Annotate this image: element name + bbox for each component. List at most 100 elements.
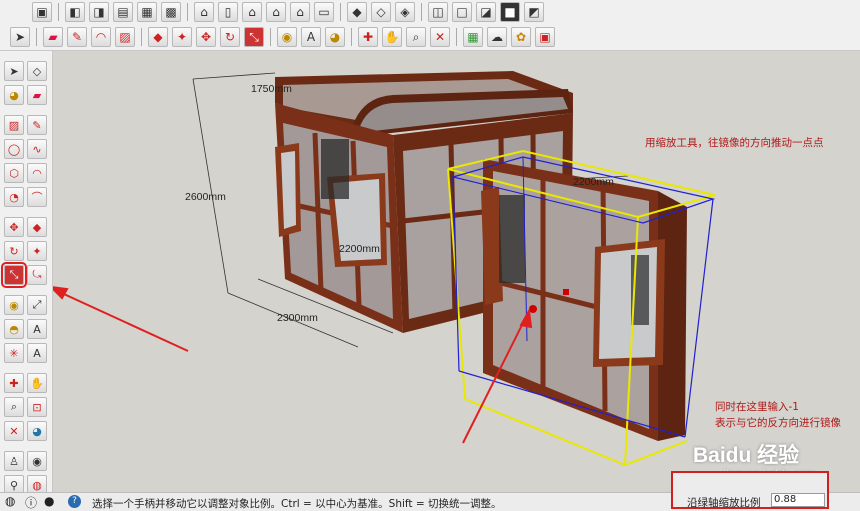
text-icon[interactable]: A xyxy=(27,319,47,339)
rectangle-icon[interactable]: ▨ xyxy=(4,115,24,135)
user-icon[interactable]: ● xyxy=(44,494,54,508)
component-icon[interactable]: ◧ xyxy=(65,2,85,22)
group-icon[interactable]: ◨ xyxy=(89,2,109,22)
position-camera-icon[interactable]: ♙ xyxy=(4,451,24,471)
pushpull-house-icon[interactable]: ⌂ xyxy=(266,2,286,22)
toolbar-separator xyxy=(58,3,59,21)
scale-icon[interactable]: ⤡ xyxy=(1,262,27,288)
rotate-icon[interactable]: ↻ xyxy=(4,241,24,261)
status-bar: ◍ ⓘ ● ? 选择一个手柄并移动它以调整对象比例。Ctrl = 以中心为基准。… xyxy=(0,471,860,511)
offset-icon[interactable]: ✥ xyxy=(196,27,216,47)
tape-icon[interactable]: ◉ xyxy=(277,27,297,47)
scale-center-handle[interactable] xyxy=(563,289,569,295)
vcb-input[interactable]: 0.88 xyxy=(771,493,825,507)
toolbar-separator xyxy=(187,3,188,21)
eraser-icon[interactable]: ▰ xyxy=(27,85,47,105)
tape-icon[interactable]: ◉ xyxy=(4,295,24,315)
vcb-label: 沿绿轴缩放比例 xyxy=(687,497,761,509)
zoom-extents-icon[interactable]: ✕ xyxy=(4,421,24,441)
zoom-window-icon[interactable]: ⊡ xyxy=(27,397,47,417)
zoom-extents-icon[interactable]: ✕ xyxy=(430,27,450,47)
vcb-panel: 沿绿轴缩放比例 0.88 xyxy=(671,471,829,509)
3d-text-icon[interactable]: A xyxy=(27,343,47,363)
xray-icon[interactable]: ◫ xyxy=(428,2,448,22)
iso-view-icon[interactable]: ◆ xyxy=(347,2,367,22)
scale-tip-annotation: 用缩放工具，往镜像的方向推动一点点 xyxy=(645,137,824,149)
pushpull-icon[interactable]: ◆ xyxy=(148,27,168,47)
zoom-icon[interactable]: ⌕ xyxy=(4,397,24,417)
toolbar-separator xyxy=(270,28,271,46)
arc3-icon[interactable]: ⌒ xyxy=(27,187,47,207)
zoom-icon[interactable]: ⌕ xyxy=(406,27,426,47)
pan-icon[interactable]: ✋ xyxy=(27,373,47,393)
house-outline-icon[interactable]: ⌂ xyxy=(290,2,310,22)
dim-inner: 2200mm xyxy=(339,243,380,255)
top-toolbar-row-1: ▣ ◧ ◨ ▤ ▦ ▩ ⌂ ▯ ⌂ ⌂ ⌂ ▭ ◆ ◇ ◈ ◫ □ ◪ ■ ◩ xyxy=(0,0,860,25)
pencil-icon[interactable]: ✎ xyxy=(27,115,47,135)
geo-location-icon[interactable]: ◍ xyxy=(5,494,15,508)
house-view-icon[interactable]: ⌂ xyxy=(194,2,214,22)
followme-icon[interactable]: ✦ xyxy=(172,27,192,47)
top-view-icon[interactable]: ◇ xyxy=(371,2,391,22)
help-icon[interactable]: ? xyxy=(68,495,81,508)
scale-icon[interactable]: ⤡ xyxy=(244,27,264,47)
model-icon[interactable]: ▣ xyxy=(535,27,555,47)
door-icon[interactable]: ▯ xyxy=(218,2,238,22)
toolbar-separator xyxy=(456,28,457,46)
dim-top: 1750mm xyxy=(251,83,292,95)
offset-icon[interactable]: ⤿ xyxy=(27,265,47,285)
map-icon[interactable]: ▦ xyxy=(463,27,483,47)
select-icon[interactable]: ➤ xyxy=(10,27,30,47)
toolbar-separator xyxy=(36,28,37,46)
eraser-icon[interactable]: ▰ xyxy=(43,27,63,47)
dimension-icon[interactable]: ⤢ xyxy=(27,295,47,315)
vcb-tip-line-1: 同时在这里输入-1 xyxy=(715,401,799,413)
orbit-icon[interactable]: ✚ xyxy=(4,373,24,393)
status-hint: 选择一个手柄并移动它以调整对象比例。Ctrl = 以中心为基准。Shift = … xyxy=(92,498,502,510)
wireframe-icon[interactable]: □ xyxy=(452,2,472,22)
arc-icon[interactable]: ◠ xyxy=(91,27,111,47)
axes-icon[interactable]: ✳ xyxy=(4,343,24,363)
select-icon[interactable]: ➤ xyxy=(4,61,24,81)
model-viewport[interactable]: 1750mm 2600mm 2300mm 2200mm 2200mm 用缩放工具… xyxy=(53,51,860,492)
pan-icon[interactable]: ✋ xyxy=(382,27,402,47)
box-icon[interactable]: ▭ xyxy=(314,2,334,22)
section-icon[interactable]: ▣ xyxy=(32,2,52,22)
credits-icon[interactable]: ⓘ xyxy=(25,494,37,511)
freehand-icon[interactable]: ∿ xyxy=(27,139,47,159)
rotate-icon[interactable]: ↻ xyxy=(220,27,240,47)
pie-icon[interactable]: ◔ xyxy=(4,187,24,207)
circle-icon[interactable]: ◯ xyxy=(4,139,24,159)
paste-icon[interactable]: ▤ xyxy=(113,2,133,22)
vcb-tip-line-2: 表示与它的反方向进行镜像 xyxy=(715,417,841,429)
hidden-line-icon[interactable]: ◪ xyxy=(476,2,496,22)
toolbar-separator xyxy=(340,3,341,21)
model-info-icon[interactable]: ▦ xyxy=(137,2,157,22)
fog-icon[interactable]: ✿ xyxy=(511,27,531,47)
paint-icon[interactable]: ◕ xyxy=(4,85,24,105)
toolbar-separator xyxy=(351,28,352,46)
orbit-icon[interactable]: ✚ xyxy=(358,27,378,47)
pencil-icon[interactable]: ✎ xyxy=(67,27,87,47)
scale-grip-handle[interactable] xyxy=(529,305,537,313)
previous-view-icon[interactable]: ◕ xyxy=(27,421,47,441)
shaded-icon[interactable]: ■ xyxy=(500,2,520,22)
home-icon[interactable]: ⌂ xyxy=(242,2,262,22)
text-icon[interactable]: A xyxy=(301,27,321,47)
look-around-icon[interactable]: ◉ xyxy=(27,451,47,471)
texture-icon[interactable]: ◩ xyxy=(524,2,544,22)
top-toolbar-row-2: ➤ ▰ ✎ ◠ ▨ ◆ ✦ ✥ ↻ ⤡ ◉ A ◕ ✚ ✋ ⌕ ✕ ▦ ☁ ✿ … xyxy=(0,24,860,51)
arc-icon[interactable]: ◠ xyxy=(27,163,47,183)
front-view-icon[interactable]: ◈ xyxy=(395,2,415,22)
pushpull-icon[interactable]: ◆ xyxy=(27,217,47,237)
protractor-icon[interactable]: ◓ xyxy=(4,319,24,339)
component-icon[interactable]: ◇ xyxy=(27,61,47,81)
move-icon[interactable]: ✥ xyxy=(4,217,24,237)
shadow-icon[interactable]: ☁ xyxy=(487,27,507,47)
warehouse-icon[interactable]: ▩ xyxy=(161,2,181,22)
followme-icon[interactable]: ✦ xyxy=(27,241,47,261)
paint-icon[interactable]: ◕ xyxy=(325,27,345,47)
rectangle-icon[interactable]: ▨ xyxy=(115,27,135,47)
polygon-icon[interactable]: ⬡ xyxy=(4,163,24,183)
left-toolbar: ➤ ◇ ◕ ▰ ▨ ✎ ◯ ∿ ⬡ ◠ ◔ ⌒ ✥ ◆ ↻ ✦ ⤡ ⤿ ◉ ⤢ … xyxy=(0,51,53,495)
